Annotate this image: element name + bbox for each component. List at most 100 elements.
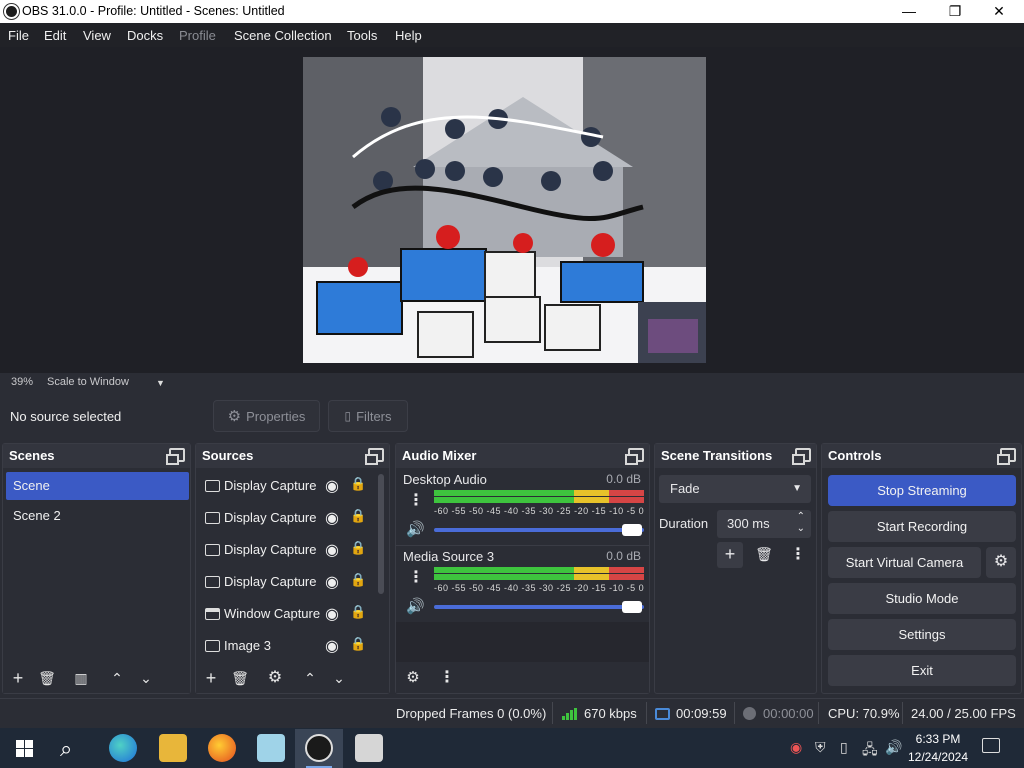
menu-scene-collection[interactable]: Scene Collection [234, 28, 332, 43]
source-row[interactable]: Window Capture ◉ 🔒 [202, 600, 382, 630]
file-explorer-icon[interactable] [159, 734, 187, 762]
move-down-icon[interactable]: ⌄ [133, 665, 159, 691]
speaker-icon[interactable]: 🔊 [406, 597, 425, 615]
add-transition-icon[interactable]: + [717, 542, 743, 568]
settings-button[interactable]: Settings [828, 619, 1016, 650]
monitor-icon [205, 480, 220, 492]
source-row[interactable]: Display Capture ◉ 🔒 [202, 536, 382, 566]
lock-icon[interactable]: 🔒 [350, 604, 366, 620]
filters-button[interactable]: ▯ Filters [328, 400, 408, 432]
undock-icon[interactable] [166, 448, 185, 465]
source-row[interactable]: Display Capture ◉ 🔒 [202, 472, 382, 502]
remove-source-icon[interactable]: 🗑 [227, 665, 253, 691]
lock-icon[interactable]: 🔒 [350, 476, 366, 492]
kebab-menu-icon[interactable]: ⋮ [785, 542, 811, 568]
source-properties-icon[interactable]: ⚙ [262, 665, 288, 691]
add-source-icon[interactable]: + [198, 665, 224, 691]
volume-knob[interactable] [622, 601, 642, 613]
maximize-button[interactable]: ❐ [932, 0, 978, 23]
stop-streaming-button[interactable]: Stop Streaming [828, 475, 1016, 506]
properties-button[interactable]: ⚙ Properties [213, 400, 320, 432]
windows-start-icon[interactable] [16, 740, 33, 757]
studio-mode-button[interactable]: Studio Mode [828, 583, 1016, 614]
volume-slider[interactable] [434, 528, 644, 532]
virtual-camera-gear-icon[interactable]: ⚙ [986, 547, 1016, 578]
volume-slider[interactable] [434, 605, 644, 609]
kebab-menu-icon[interactable]: ⋮ [408, 567, 424, 587]
sources-scrollbar[interactable] [378, 474, 384, 594]
undock-icon[interactable] [792, 448, 811, 465]
undock-icon[interactable] [625, 448, 644, 465]
move-up-icon[interactable]: ⌃ [297, 665, 323, 691]
clock-date[interactable]: 12/24/2024 [906, 750, 970, 764]
eye-icon[interactable]: ◉ [325, 604, 339, 624]
undock-icon[interactable] [365, 448, 384, 465]
scene-filters-icon[interactable]: ▥ [68, 665, 94, 691]
notifications-icon[interactable] [982, 738, 1000, 753]
speaker-icon[interactable]: 🔊 [406, 520, 425, 538]
lock-icon[interactable]: 🔒 [350, 508, 366, 524]
sources-toolbar: + 🗑 ⚙ ⌃ ⌄ [196, 663, 389, 693]
start-recording-button[interactable]: Start Recording [828, 511, 1016, 542]
move-up-icon[interactable]: ⌃ [104, 665, 130, 691]
menu-profile[interactable]: Profile [179, 28, 216, 43]
security-shield-icon[interactable]: ⛨ [815, 739, 826, 756]
volume-icon[interactable]: 🔊 [885, 739, 902, 756]
exit-button[interactable]: Exit [828, 655, 1016, 686]
preview-canvas[interactable] [303, 57, 706, 363]
chevron-down-icon[interactable]: ▼ [156, 378, 165, 388]
menu-file[interactable]: File [8, 28, 29, 43]
eye-icon[interactable]: ◉ [325, 572, 339, 592]
scale-mode-select[interactable]: Scale to Window [47, 376, 129, 388]
scene-item[interactable]: Scene [6, 472, 189, 500]
eye-icon[interactable]: ◉ [325, 508, 339, 528]
scene-item[interactable]: Scene 2 [6, 502, 189, 530]
add-scene-icon[interactable]: + [5, 665, 31, 691]
menu-docks[interactable]: Docks [127, 28, 163, 43]
no-source-label: No source selected [10, 409, 122, 424]
minimize-button[interactable]: — [886, 0, 932, 23]
eye-icon[interactable]: ◉ [325, 540, 339, 560]
scenes-toolbar: + 🗑 ▥ ⌃ ⌄ [3, 663, 190, 693]
eye-icon[interactable]: ◉ [325, 636, 339, 656]
move-down-icon[interactable]: ⌄ [326, 665, 352, 691]
start-virtual-camera-button[interactable]: Start Virtual Camera [828, 547, 981, 578]
menu-help[interactable]: Help [395, 28, 422, 43]
spin-up-icon[interactable]: ⌃ [797, 511, 805, 522]
obs-taskbar-icon[interactable] [305, 734, 333, 762]
app-icon[interactable] [355, 734, 383, 762]
usb-icon[interactable]: ▯ [840, 739, 848, 756]
advanced-audio-gear-icon[interactable]: ⚙ [400, 665, 426, 691]
menu-edit[interactable]: Edit [44, 28, 66, 43]
source-row[interactable]: Display Capture ◉ 🔒 [202, 504, 382, 534]
source-row[interactable]: Display Capture ◉ 🔒 [202, 568, 382, 598]
lock-icon[interactable]: 🔒 [350, 540, 366, 556]
remove-scene-icon[interactable]: 🗑 [34, 665, 60, 691]
volume-knob[interactable] [622, 524, 642, 536]
obs-tray-icon[interactable]: ◉ [790, 739, 802, 756]
edge-icon[interactable] [109, 734, 137, 762]
window-title: OBS 31.0.0 - Profile: Untitled - Scenes:… [22, 4, 285, 18]
menu-view[interactable]: View [83, 28, 111, 43]
scenes-dock-header: Scenes [3, 444, 190, 468]
kebab-menu-icon[interactable]: ⋮ [408, 490, 424, 510]
eye-icon[interactable]: ◉ [325, 476, 339, 496]
transition-select[interactable]: Fade ▼ [659, 475, 811, 503]
remove-transition-icon[interactable]: 🗑 [751, 542, 777, 568]
network-icon[interactable]: 🖧 [862, 739, 878, 763]
kebab-menu-icon[interactable]: ⋮ [434, 665, 460, 691]
close-button[interactable]: ✕ [976, 0, 1022, 23]
menu-tools[interactable]: Tools [347, 28, 377, 43]
undock-icon[interactable] [997, 448, 1016, 465]
lock-icon[interactable]: 🔒 [350, 572, 366, 588]
lock-icon[interactable]: 🔒 [350, 636, 366, 652]
duration-spinbox[interactable]: 300 ms ⌃ ⌄ [717, 510, 811, 538]
controls-title: Controls [828, 448, 882, 463]
firefox-icon[interactable] [208, 734, 236, 762]
source-row[interactable]: Image 3 ◉ 🔒 [202, 632, 382, 662]
clock-time[interactable]: 6:33 PM [906, 732, 970, 746]
notepad-icon[interactable] [257, 734, 285, 762]
zoom-level: 39% [11, 376, 34, 388]
spin-down-icon[interactable]: ⌄ [797, 523, 805, 534]
search-icon[interactable]: ⌕ [60, 736, 72, 762]
